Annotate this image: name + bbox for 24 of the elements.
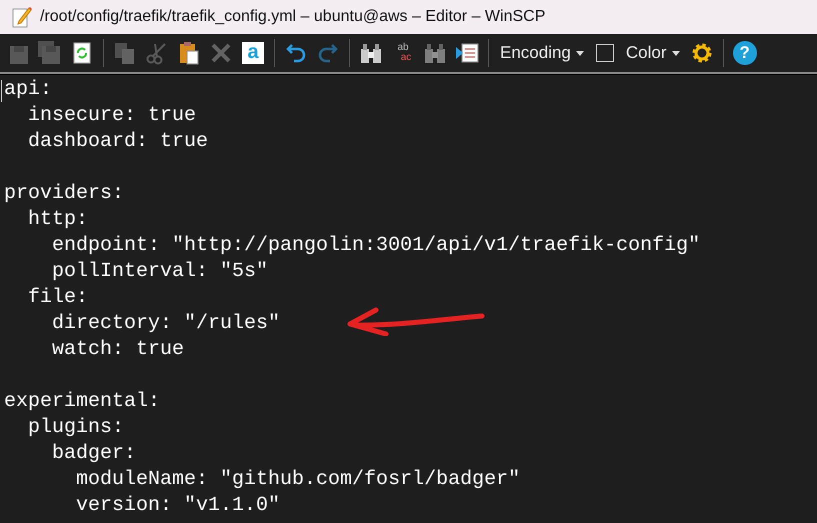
replace-button[interactable]: ab ac xyxy=(389,39,417,67)
code-line: insecure: true xyxy=(27,103,196,129)
code-line: watch: true xyxy=(51,337,184,363)
code-line: api: xyxy=(4,77,52,103)
dropdown-button[interactable]: Color xyxy=(622,39,684,67)
text-cursor xyxy=(1,80,2,102)
code-line: endpoint: "http://pangolin:3001/api/v1/traefik-config" xyxy=(51,233,700,259)
caret-icon xyxy=(576,50,584,56)
code-line: moduleName: "github.com/fosrl/badger" xyxy=(75,467,520,493)
checkbox[interactable] xyxy=(596,44,614,62)
code-line: version: "v1.1.0" xyxy=(75,493,280,519)
code-line: file: xyxy=(27,285,88,311)
caret-icon xyxy=(672,50,680,56)
code-line: dashboard: true xyxy=(27,129,208,155)
code-line: http: xyxy=(27,207,88,233)
dropdown-button[interactable]: Encoding xyxy=(496,39,588,67)
code-line: experimental: xyxy=(4,389,160,415)
notepad-icon xyxy=(12,6,32,28)
code-line: pollInterval: "5s" xyxy=(51,259,268,285)
code-line: providers: xyxy=(4,181,124,207)
code-line: plugins: xyxy=(27,415,124,441)
code-line: directory: "/rules" xyxy=(51,311,280,337)
code-line: badger: xyxy=(51,441,136,467)
window-title: /root/config/traefik/traefik_config.yml – ubuntu@aws – Editor – WinSCP xyxy=(40,8,546,26)
